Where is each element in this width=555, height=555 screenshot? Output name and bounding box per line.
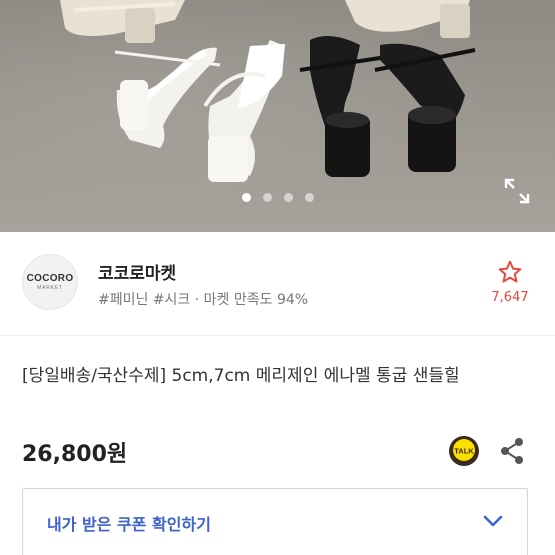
seller-section: COCORO MARKET 코코로마켓 #페미닌 #시크 · 마켓 만족도 94… xyxy=(0,232,555,336)
white-sandal-right xyxy=(203,40,285,182)
star-outline-icon xyxy=(498,260,522,283)
product-price: 26,800원 xyxy=(22,442,128,467)
product-image-carousel[interactable] xyxy=(0,0,555,232)
carousel-pagination xyxy=(0,193,555,202)
seller-name[interactable]: 코코로마켓 xyxy=(98,259,176,284)
favorite-count: 7,647 xyxy=(491,290,529,305)
share-icon[interactable] xyxy=(499,437,525,465)
coupon-label: 내가 받은 쿠폰 확인하기 xyxy=(47,515,211,534)
expand-icon[interactable] xyxy=(503,177,531,205)
product-title: [당일배송/국산수제] 5cm,7cm 메리제인 에나멜 통굽 샌들힐 xyxy=(22,366,460,386)
cream-sandal-top-left xyxy=(60,0,185,43)
talk-label: TALK xyxy=(454,447,474,456)
chevron-down-icon xyxy=(483,515,503,527)
seller-logo-text: COCORO xyxy=(26,273,74,284)
pagination-dot[interactable] xyxy=(283,193,293,202)
favorite-button[interactable]: 7,647 xyxy=(487,259,533,305)
seller-logo[interactable]: COCORO MARKET xyxy=(22,254,78,310)
seller-logo-subtext: MARKET xyxy=(37,285,63,291)
pagination-dot-active[interactable] xyxy=(241,193,251,202)
coupon-check-button[interactable]: 내가 받은 쿠폰 확인하기 xyxy=(22,488,528,555)
pagination-dot[interactable] xyxy=(304,193,314,202)
seller-tags: #페미닌 #시크 · 마켓 만족도 94% xyxy=(98,292,309,308)
black-sandal-right xyxy=(374,43,476,172)
kakao-talk-icon[interactable]: TALK xyxy=(449,436,479,466)
pagination-dot[interactable] xyxy=(262,193,272,202)
